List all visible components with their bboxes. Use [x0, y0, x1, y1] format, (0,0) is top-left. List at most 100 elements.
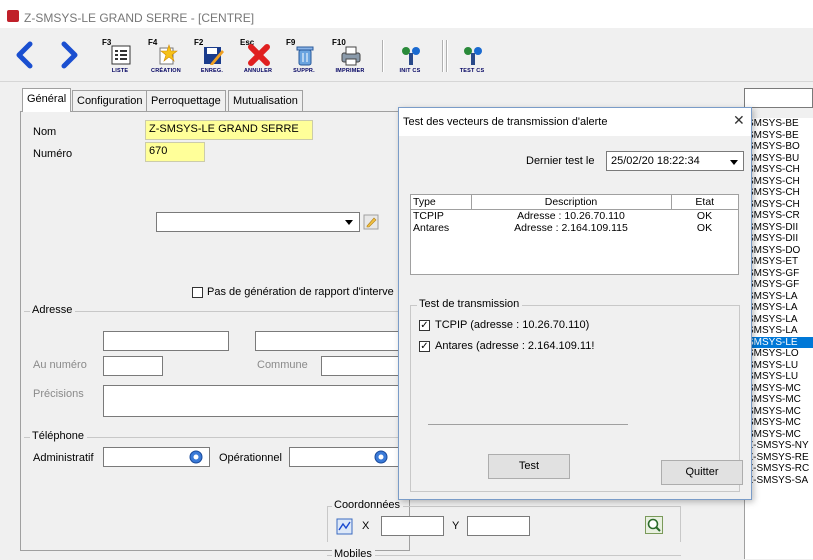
map-picker-icon[interactable] — [336, 518, 353, 535]
x-label: X — [362, 520, 370, 532]
column-header-etat[interactable]: Etat — [670, 195, 738, 210]
list-search-input[interactable] — [744, 88, 813, 108]
trash-icon — [296, 46, 314, 66]
save-button[interactable]: F2 ENREG. — [192, 38, 232, 78]
adresse-line2-field[interactable] — [255, 331, 405, 351]
vectors-table: Type Description Etat TCPIP Adresse : 10… — [411, 195, 738, 234]
test-cs-button[interactable]: TEST CS — [452, 38, 492, 78]
toolbar-separator — [446, 40, 448, 72]
list-item[interactable]: SMSYS-LU — [745, 371, 813, 383]
edit-pencil-icon[interactable] — [363, 214, 379, 230]
x-coordinate-field[interactable] — [381, 516, 444, 536]
table-row[interactable]: TCPIP Adresse : 10.26.70.110 OK — [411, 209, 738, 222]
save-edit-icon — [204, 47, 224, 65]
list-item[interactable]: SMSYS-GF — [745, 279, 813, 291]
forward-arrow-icon[interactable] — [58, 40, 80, 70]
list-item[interactable]: SMSYS-GF — [745, 268, 813, 280]
adresse-line1-field[interactable] — [103, 331, 229, 351]
list-item[interactable]: SMSYS-MC — [745, 383, 813, 395]
mobiles-group-border — [327, 555, 681, 556]
toolbar-separator — [442, 40, 444, 72]
y-coordinate-field[interactable] — [467, 516, 530, 536]
list-item[interactable]: SMSYS-DO — [745, 245, 813, 257]
back-arrow-icon[interactable] — [14, 40, 36, 70]
centre-list[interactable]: SMSYS-BE SMSYS-BE SMSYS-BO SMSYS-BU SMSYS-CH… — [744, 118, 813, 559]
list-item[interactable]: SMSYS-MC — [745, 406, 813, 418]
list-item[interactable]: Z-SMSYS-SA — [745, 475, 813, 487]
rapport-checkbox-label: Pas de génération de rapport d'interve — [207, 286, 394, 298]
init-cs-button[interactable]: INIT CS — [390, 38, 430, 78]
list-item[interactable]: SMSYS-CH — [745, 187, 813, 199]
list-item[interactable]: SMSYS-LA — [745, 291, 813, 303]
close-icon[interactable]: ✕ — [733, 112, 745, 129]
list-item[interactable]: SMSYS-LA — [745, 314, 813, 326]
list-item[interactable]: SMSYS-CH — [745, 176, 813, 188]
chevron-down-icon[interactable] — [729, 159, 739, 166]
list-item[interactable]: Z-SMSYS-NY — [745, 440, 813, 452]
list-item[interactable]: SMSYS-LA — [745, 302, 813, 314]
list-item[interactable]: SMSYS-BO — [745, 141, 813, 153]
list-item[interactable]: SMSYS-BE — [745, 130, 813, 142]
list-item[interactable]: SMSYS-BE — [745, 118, 813, 130]
dernier-test-value: 25/02/20 18:22:34 — [611, 155, 700, 167]
row-etat: OK — [696, 209, 713, 222]
precisions-field[interactable] — [103, 385, 405, 417]
list-item[interactable]: SMSYS-CH — [745, 164, 813, 176]
list-item[interactable]: SMSYS-DII — [745, 233, 813, 245]
column-header-description[interactable]: Description — [470, 195, 672, 210]
list-item[interactable]: SMSYS-LU — [745, 360, 813, 372]
list-icon — [111, 45, 131, 65]
toolbar-separator — [382, 40, 384, 72]
au-numero-field[interactable] — [103, 356, 163, 376]
printer-icon — [341, 46, 361, 66]
phone-dial-icon[interactable] — [374, 450, 388, 464]
search-locate-icon[interactable] — [645, 516, 663, 534]
list-item[interactable]: SMSYS-BU — [745, 153, 813, 165]
list-item[interactable]: SMSYS-MC — [745, 417, 813, 429]
tab-configuration[interactable]: Configuration — [72, 90, 148, 111]
list-item[interactable]: SMSYS-LE — [745, 336, 813, 348]
nom-field[interactable]: Z-SMSYS-LE GRAND SERRE — [145, 120, 313, 140]
quitter-button[interactable]: Quitter — [661, 460, 743, 485]
list-item[interactable]: SMSYS-DII — [745, 222, 813, 234]
create-button[interactable]: F4 CRÉATION — [146, 38, 186, 78]
list-item[interactable]: Z-SMSYS-RE — [745, 452, 813, 464]
list-item[interactable]: SMSYS-LO — [745, 348, 813, 360]
rapport-checkbox[interactable] — [192, 287, 203, 298]
app-icon — [7, 10, 19, 22]
list-item[interactable]: SMSYS-LA — [745, 325, 813, 337]
list-item[interactable]: SMSYS-CH — [745, 199, 813, 211]
table-row[interactable]: Antares Adresse : 2.164.109.115 OK — [411, 222, 738, 234]
adresse-group-border — [24, 311, 404, 312]
antenna-init-icon — [402, 47, 420, 65]
antares-checkbox[interactable]: ✓ — [419, 341, 430, 352]
coordonnees-group-title: Coordonnées — [332, 499, 404, 511]
chevron-down-icon[interactable] — [344, 219, 354, 226]
cancel-button[interactable]: Esc ANNULER — [238, 38, 278, 78]
precisions-label: Précisions — [33, 388, 84, 400]
tab-mutualisation[interactable]: Mutualisation — [228, 90, 303, 111]
dialog-title: Test des vecteurs de transmission d'aler… — [403, 116, 608, 128]
delete-button[interactable]: F9 SUPPR. — [284, 38, 324, 78]
tab-general[interactable]: Général — [22, 88, 72, 112]
list-item[interactable]: SMSYS-CR — [745, 210, 813, 222]
commune-label: Commune — [257, 359, 308, 371]
row-description: Adresse : 2.164.109.115 — [514, 221, 628, 234]
list-item[interactable]: Z-SMSYS-RC — [745, 463, 813, 475]
phone-dial-icon[interactable] — [189, 450, 203, 464]
numero-field[interactable]: 670 — [145, 142, 205, 162]
tab-perroquettage[interactable]: Perroquettage — [146, 90, 226, 111]
category-select[interactable] — [156, 212, 360, 232]
list-item[interactable]: SMSYS-ET — [745, 256, 813, 268]
list-item[interactable]: SMSYS-MC — [745, 429, 813, 441]
test-button[interactable]: Test — [488, 454, 570, 479]
commune-field[interactable] — [321, 356, 405, 376]
print-button[interactable]: F10 IMPRIMER — [330, 38, 370, 78]
list-item[interactable]: SMSYS-MC — [745, 394, 813, 406]
tcpip-checkbox[interactable]: ✓ — [419, 320, 430, 331]
list-button[interactable]: F3 LISTE — [100, 38, 140, 78]
mobiles-group-title: Mobiles — [332, 548, 375, 560]
row-type: TCPIP — [413, 209, 444, 222]
dernier-test-select[interactable]: 25/02/20 18:22:34 — [606, 151, 744, 171]
column-header-type[interactable]: Type — [411, 195, 472, 210]
